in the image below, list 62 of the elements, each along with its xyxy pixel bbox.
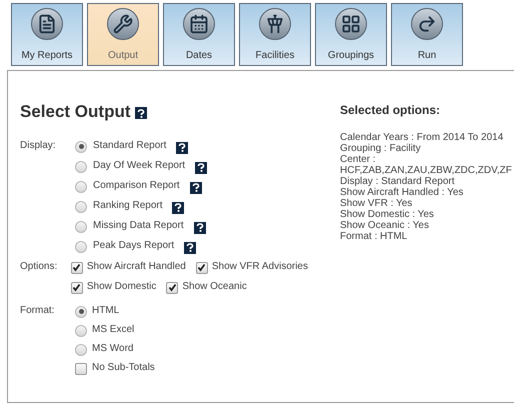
summary-line: Show VFR : Yes [340,198,414,209]
option-label: Show Domestic [86,280,156,292]
calendar-icon [189,14,209,34]
option-label: Comparison Report [93,178,180,192]
help-icon[interactable] [172,202,184,214]
tab[interactable]: Dates [163,3,235,66]
option-label: No Sub-Totals [92,360,155,374]
redo-arrow-icon [417,14,437,34]
option-label: Ranking Report [93,198,162,212]
field-label: Display: [20,138,57,152]
section-title: Select Output [20,101,131,123]
option-label: Missing Data Report [93,218,184,232]
wrench-icon [113,14,133,34]
summary-line: HCF,ZAB,ZAN,ZAU,ZBW,ZDC,ZDV,ZF [340,165,512,176]
tab[interactable]: Run [391,3,463,66]
summary-line: Display : Standard Report [340,176,456,187]
radio-button[interactable] [75,324,87,336]
option-label: Standard Report [93,138,166,152]
tab[interactable]: Output [87,3,159,66]
summary-line: Calendar Years : From 2014 To 2014 [340,132,504,143]
radio-button[interactable] [75,220,87,232]
help-icon[interactable] [176,142,188,154]
summary-title: Selected options: [340,102,442,119]
tab[interactable]: Facilities [239,3,311,66]
help-icon[interactable] [195,162,208,174]
checkbox[interactable] [70,282,83,294]
grid-icon [341,14,361,34]
help-icon[interactable] [194,222,206,234]
summary-line: Show Domestic : Yes [340,209,435,220]
help-icon[interactable] [190,182,202,194]
help-icon[interactable] [184,242,196,254]
radio-button[interactable] [75,180,87,192]
field-label: Options: [20,260,58,274]
option-label: Show VFR Advisories [212,260,308,272]
radio-button[interactable] [75,200,87,212]
tab[interactable]: My Reports [11,3,83,66]
document-icon [37,14,57,34]
radio-button[interactable] [75,306,87,318]
summary-line: Grouping : Facility [340,143,422,154]
checkbox[interactable] [75,362,87,374]
option-label: MS Word [92,342,134,354]
radio-button[interactable] [75,140,87,152]
option-label: Day Of Week Report [93,158,186,172]
tab[interactable]: Groupings [315,3,387,66]
option-label: Peak Days Report [93,238,174,252]
radio-button[interactable] [75,160,87,172]
tower-icon [265,14,285,34]
checkbox[interactable] [70,262,83,274]
radio-button[interactable] [75,344,87,356]
option-label: Show Aircraft Handled [86,260,186,272]
summary-line: Show Aircraft Handled : Yes [340,187,464,198]
option-label: Show Oceanic [182,280,247,292]
summary-line: Show Oceanic : Yes [340,220,430,231]
summary-line: Center : [340,154,377,165]
option-label: MS Excel [92,322,134,336]
option-label: HTML [92,304,120,316]
field-label: Format: [20,304,56,318]
summary-line: Format : HTML [340,231,408,242]
help-icon[interactable] [134,107,147,120]
radio-button[interactable] [75,240,87,252]
checkbox[interactable] [196,262,208,274]
checkbox[interactable] [166,282,178,294]
